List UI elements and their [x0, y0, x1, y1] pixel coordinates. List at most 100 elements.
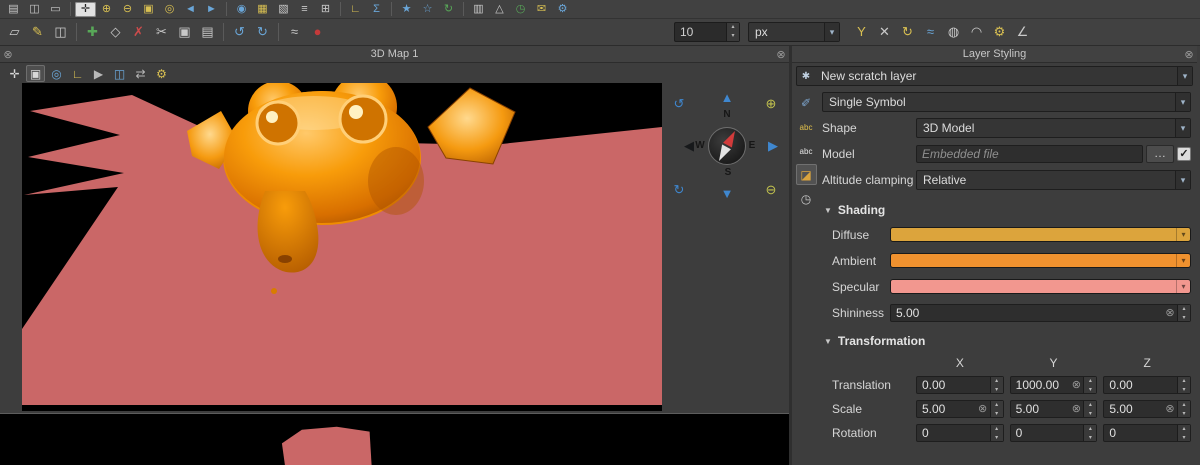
spin-up-icon[interactable]: ▴	[1178, 425, 1190, 434]
refresh-map-icon[interactable]: ↻	[438, 2, 459, 17]
delete-selected-icon[interactable]: ✗	[127, 22, 150, 42]
shape-select[interactable]: 3D Model ▾	[916, 118, 1191, 138]
pan-map-icon[interactable]: ✛	[75, 2, 96, 17]
offset-curve-icon[interactable]: ◠	[965, 22, 988, 42]
clear-icon[interactable]: ⊗	[1163, 401, 1177, 417]
spinbox-steppers[interactable]: ▴▾	[1083, 377, 1096, 393]
rotate-feature-icon[interactable]: ↻	[896, 22, 919, 42]
camera-settings-icon[interactable]: ⚙	[152, 65, 171, 82]
select-features-icon[interactable]: ▦	[252, 2, 273, 17]
spinbox-steppers[interactable]: ▴ ▾	[726, 23, 739, 41]
field-calculator-icon[interactable]: ⊞	[315, 2, 336, 17]
measure-line-icon[interactable]: ∟	[345, 2, 366, 17]
statistics-icon[interactable]: Σ	[366, 2, 387, 17]
symbol-type-select[interactable]: Single Symbol ▾	[822, 92, 1191, 112]
masks-tab[interactable]: abc	[796, 140, 817, 161]
zoom-in-icon[interactable]: ⊕	[96, 2, 117, 17]
camera-down-button[interactable]: ▼	[718, 185, 736, 203]
spin-down-icon[interactable]: ▾	[991, 434, 1003, 443]
unit-select[interactable]: px ▾	[748, 22, 840, 42]
model-file-input[interactable]: Embedded file	[916, 145, 1143, 163]
spinbox-steppers[interactable]: ▴▾	[1177, 401, 1190, 417]
spin-up-icon[interactable]: ▴	[1084, 425, 1096, 434]
scale-z-spinbox[interactable]: 5.00 ⊗ ▴▾	[1103, 400, 1191, 418]
paste-features-icon[interactable]: ▤	[196, 22, 219, 42]
undo-icon[interactable]: ↺	[228, 22, 251, 42]
shading-group-header[interactable]: ▼ Shading	[822, 203, 1191, 217]
3d-viewport[interactable]	[22, 83, 662, 411]
new-3d-map-view-icon[interactable]: △	[489, 2, 510, 17]
spin-up-icon[interactable]: ▴	[727, 23, 739, 32]
spin-up-icon[interactable]: ▴	[1178, 377, 1190, 386]
spin-down-icon[interactable]: ▾	[1178, 410, 1190, 419]
spin-down-icon[interactable]: ▾	[991, 386, 1003, 395]
scale-x-spinbox[interactable]: 5.00 ⊗ ▴▾	[916, 400, 1004, 418]
layer-selector[interactable]: ✱ New scratch layer ▾	[796, 66, 1193, 86]
animation-play-icon[interactable]: ▶	[89, 65, 108, 82]
stream-digitizing-icon[interactable]: ≈	[283, 22, 306, 42]
zoom-in-icon[interactable]: ⊕	[762, 95, 780, 113]
zoom-full-icon[interactable]: ▣	[138, 2, 159, 17]
print-layout-icon[interactable]: ▭	[45, 2, 66, 17]
spinbox-steppers[interactable]: ▴▾	[1083, 401, 1096, 417]
simplify-feature-icon[interactable]: ≈	[919, 22, 942, 42]
translation-z-spinbox[interactable]: 0.00 ▴▾	[1103, 376, 1191, 394]
spinbox-steppers[interactable]: ▴▾	[990, 377, 1003, 393]
vertex-tool-icon[interactable]: ◇	[104, 22, 127, 42]
spin-down-icon[interactable]: ▾	[727, 32, 739, 41]
spinbox-steppers[interactable]: ▴▾	[990, 401, 1003, 417]
rotation-y-spinbox[interactable]: 0 ▴▾	[1010, 424, 1098, 442]
zoom-last-icon[interactable]: ◄	[180, 2, 201, 17]
close-icon[interactable]: ⊗	[1181, 48, 1197, 61]
labels-tab[interactable]: abc	[796, 116, 817, 137]
spinbox-steppers[interactable]: ▴▾	[1083, 425, 1096, 441]
spinbox-steppers[interactable]: ▴▾	[1177, 377, 1190, 393]
zoom-full-icon[interactable]: ▣	[26, 65, 45, 82]
view-3d-tab[interactable]: ◪	[796, 164, 817, 185]
close-icon[interactable]: ⊗	[0, 48, 16, 61]
transformation-group-header[interactable]: ▼ Transformation	[822, 334, 1191, 348]
spin-down-icon[interactable]: ▾	[991, 410, 1003, 419]
camera-right-button[interactable]: ▶	[764, 137, 782, 155]
rotate-cw-icon[interactable]: ↻	[670, 181, 688, 199]
spin-down-icon[interactable]: ▾	[1084, 410, 1096, 419]
spin-up-icon[interactable]: ▴	[991, 425, 1003, 434]
measure-angle-icon[interactable]: ∠	[1011, 22, 1034, 42]
current-edits-icon[interactable]: ▱	[3, 22, 26, 42]
copy-features-icon[interactable]: ▣	[173, 22, 196, 42]
record-location-icon[interactable]: ●	[306, 22, 329, 42]
merge-features-icon[interactable]: ✕	[873, 22, 896, 42]
toggle-editing-icon[interactable]: ✎	[26, 22, 49, 42]
measure-line-icon[interactable]: ∟	[68, 65, 87, 82]
redo-icon[interactable]: ↻	[251, 22, 274, 42]
rotation-z-spinbox[interactable]: 0 ▴▾	[1103, 424, 1191, 442]
log-messages-icon[interactable]: ✉	[531, 2, 552, 17]
cut-features-icon[interactable]: ✂	[150, 22, 173, 42]
zoom-out-icon[interactable]: ⊖	[762, 181, 780, 199]
spin-down-icon[interactable]: ▾	[1084, 386, 1096, 395]
show-bookmarks-icon[interactable]: ☆	[417, 2, 438, 17]
close-icon[interactable]: ⊗	[773, 48, 789, 61]
deselect-features-icon[interactable]: ▧	[273, 2, 294, 17]
history-tab[interactable]: ◷	[796, 188, 817, 209]
camera-pan-icon[interactable]: ✛	[5, 65, 24, 82]
spin-up-icon[interactable]: ▴	[991, 377, 1003, 386]
split-features-icon[interactable]: Y	[850, 22, 873, 42]
spin-up-icon[interactable]: ▴	[1178, 401, 1190, 410]
attribute-table-icon[interactable]: ≡	[294, 2, 315, 17]
camera-up-button[interactable]: ▲	[718, 89, 736, 107]
translation-y-spinbox[interactable]: 1000.00 ⊗ ▴▾	[1010, 376, 1098, 394]
shininess-spinbox[interactable]: 5.00 ⊗ ▴ ▾	[890, 304, 1191, 322]
clear-icon[interactable]: ⊗	[1163, 305, 1177, 321]
compass[interactable]	[708, 127, 746, 165]
spin-down-icon[interactable]: ▾	[1178, 434, 1190, 443]
spin-up-icon[interactable]: ▴	[991, 401, 1003, 410]
clear-icon[interactable]: ⊗	[976, 401, 990, 417]
ambient-color-button[interactable]: ▾	[890, 253, 1191, 268]
rotate-ccw-icon[interactable]: ↺	[670, 95, 688, 113]
spin-up-icon[interactable]: ▴	[1084, 377, 1096, 386]
browse-button[interactable]: …	[1146, 145, 1174, 163]
rotation-x-spinbox[interactable]: 0 ▴▾	[916, 424, 1004, 442]
new-bookmark-icon[interactable]: ★	[396, 2, 417, 17]
spinbox-steppers[interactable]: ▴ ▾	[1177, 305, 1190, 321]
